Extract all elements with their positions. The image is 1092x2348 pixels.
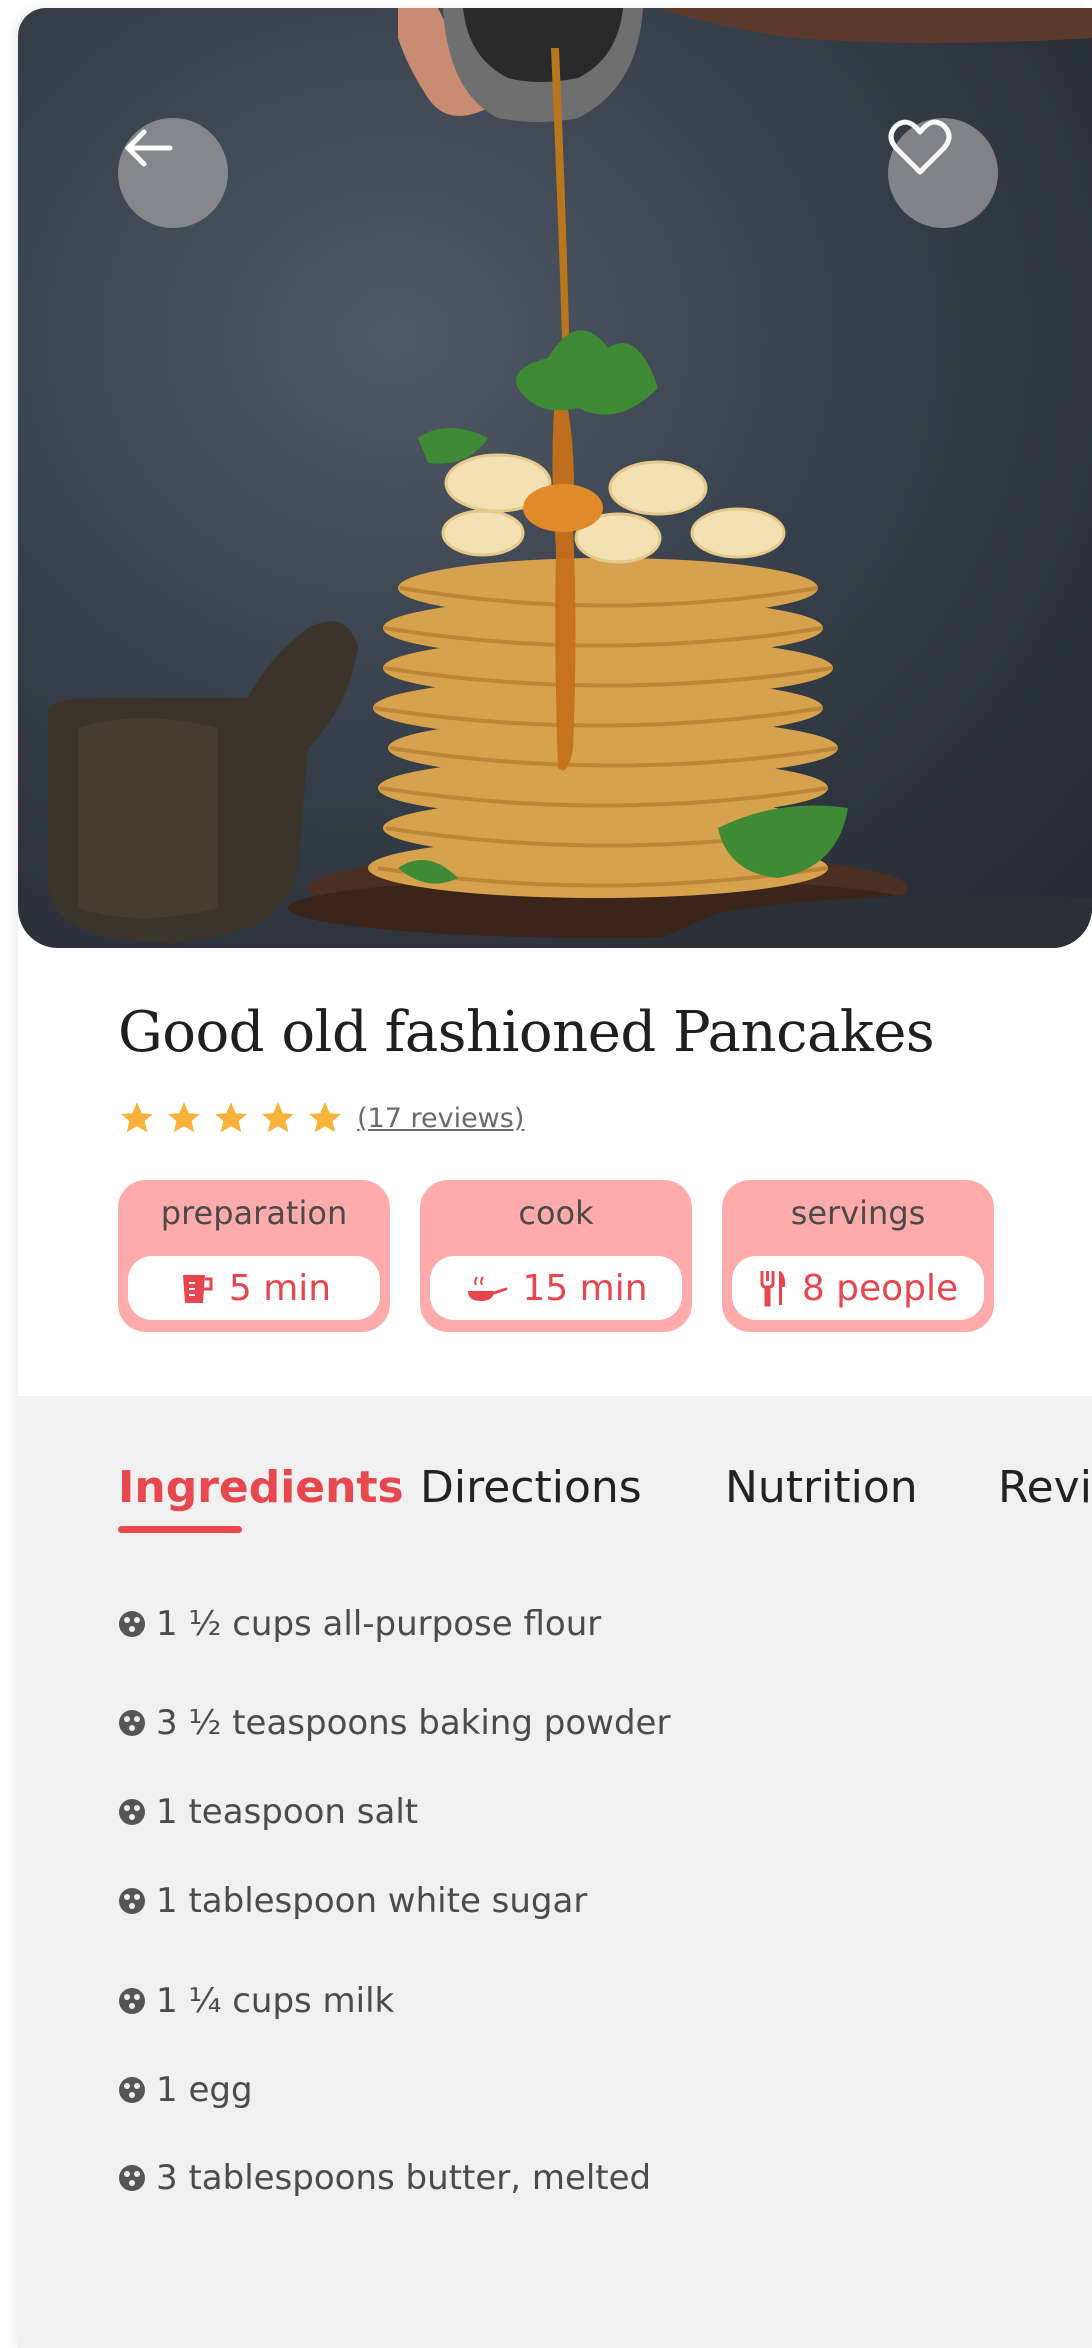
cook-pill: cook 15 min (420, 1180, 692, 1332)
star-icon (215, 1102, 247, 1133)
recipe-hero-image (18, 8, 1092, 948)
ingredient-text: 1 ½ cups all-purpose flour (156, 1604, 602, 1644)
pill-label: preparation (160, 1194, 348, 1232)
bullet-icon (119, 1988, 145, 2014)
ingredient-text: 3 tablespoons butter, melted (156, 2158, 652, 2198)
details-panel: Ingredients Directions Nutrition Reviews… (18, 1396, 1092, 2348)
utensils-icon (760, 1271, 785, 1307)
preparation-pill: preparation 5 min (118, 1180, 390, 1332)
ingredient-item: 3 tablespoons butter, melted (118, 2158, 651, 2198)
ingredient-item: 1 egg (118, 2070, 253, 2110)
reviews-link[interactable]: (17 reviews) (357, 1103, 524, 1134)
recipe-screen: Good old fashioned Pancakes (17 reviews)… (18, 8, 1092, 2348)
pill-label: cook (518, 1194, 594, 1232)
cook-value: 15 min (522, 1267, 648, 1309)
ingredient-item: 1 ½ cups all-purpose flour (118, 1604, 601, 1644)
bullet-icon (119, 2165, 145, 2191)
ingredient-text: 1 tablespoon white sugar (156, 1881, 588, 1921)
servings-pill: servings 8 people (722, 1180, 994, 1332)
rating-row: (17 reviews) (118, 1098, 524, 1138)
heart-icon (888, 119, 952, 175)
back-button[interactable] (118, 118, 228, 228)
ingredient-item: 3 ½ teaspoons baking powder (118, 1703, 670, 1743)
tab-nutrition[interactable]: Nutrition (725, 1462, 918, 1513)
ingredient-item: 1 tablespoon white sugar (118, 1881, 587, 1921)
star-icon (121, 1102, 153, 1133)
pill-label: servings (790, 1194, 926, 1232)
ingredient-item: 1 ¼ cups milk (118, 1981, 394, 2021)
bullet-icon (119, 2077, 145, 2103)
preparation-value: 5 min (228, 1267, 332, 1309)
ingredient-text: 1 egg (156, 2070, 253, 2110)
active-tab-indicator (118, 1526, 242, 1533)
bullet-icon (119, 1888, 145, 1914)
pill-value-box: 8 people (732, 1256, 984, 1320)
arrow-left-icon (125, 129, 173, 167)
bullet-icon (119, 1611, 145, 1637)
ingredient-text: 1 ¼ cups milk (156, 1981, 395, 2021)
servings-value: 8 people (801, 1267, 959, 1309)
ingredient-text: 1 teaspoon salt (156, 1792, 419, 1832)
star-icon (262, 1102, 294, 1133)
tab-ingredients[interactable]: Ingredients (118, 1462, 404, 1513)
tab-reviews[interactable]: Reviews (998, 1462, 1092, 1513)
pill-value-box: 5 min (128, 1256, 380, 1320)
ingredient-text: 3 ½ teaspoons baking powder (156, 1703, 671, 1743)
tab-directions[interactable]: Directions (420, 1462, 642, 1513)
bullet-icon (119, 1799, 145, 1825)
pill-value-box: 15 min (430, 1256, 682, 1320)
measuring-cup-icon (182, 1275, 213, 1303)
bullet-icon (119, 1710, 145, 1736)
recipe-title: Good old fashioned Pancakes (118, 1000, 935, 1065)
star-icon (309, 1102, 341, 1133)
ingredient-item: 1 teaspoon salt (118, 1792, 418, 1832)
cooking-pan-icon (468, 1276, 508, 1301)
favorite-button[interactable] (888, 118, 998, 228)
star-icon (168, 1102, 200, 1133)
